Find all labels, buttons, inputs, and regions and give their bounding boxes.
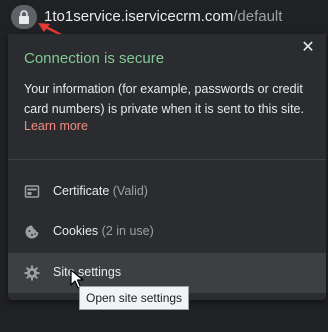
cookies-count: (2 in use)	[101, 224, 154, 238]
cookies-item[interactable]: Cookies (2 in use)	[8, 212, 326, 252]
gear-icon	[24, 265, 40, 281]
certificate-item[interactable]: Certificate (Valid)	[8, 172, 326, 212]
site-info-popup: ✕ Connection is secure Your information …	[8, 34, 326, 300]
connection-description: Your information (for example, passwords…	[24, 82, 304, 116]
connection-status-title: Connection is secure	[24, 50, 165, 67]
cookie-icon	[25, 225, 39, 239]
url-path: /default	[233, 8, 283, 25]
certificate-label: Certificate	[53, 184, 110, 198]
certificate-icon	[24, 185, 40, 198]
certificate-status: (Valid)	[112, 184, 148, 198]
cookies-label: Cookies	[53, 224, 99, 238]
site-settings-label: Site settings	[53, 265, 122, 279]
learn-more-link[interactable]: Learn more	[24, 119, 88, 133]
divider	[8, 159, 326, 160]
close-icon[interactable]: ✕	[300, 40, 316, 56]
lock-icon	[19, 10, 29, 24]
tooltip: Open site settings	[79, 286, 190, 310]
